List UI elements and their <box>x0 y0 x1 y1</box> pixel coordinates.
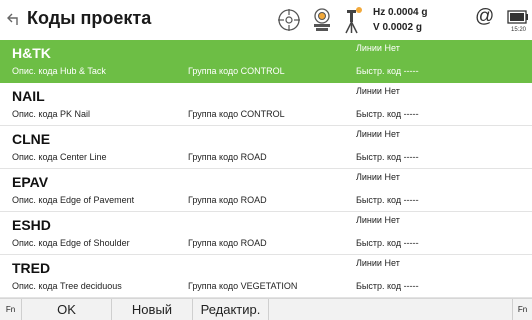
list-item[interactable]: CLNE Линии Нет Опис. кода Center Line Гр… <box>0 126 532 169</box>
list-item[interactable]: EPAV Линии Нет Опис. кода Edge of Paveme… <box>0 169 532 212</box>
code-name: H&TK <box>12 45 51 61</box>
at-icon[interactable]: @ <box>475 6 494 28</box>
desc-field: Опис. кода Hub & Tack <box>12 66 106 76</box>
list-item[interactable]: NAIL Линии Нет Опис. кода PK Nail Группа… <box>0 83 532 126</box>
desc-field: Опис. кода PK Nail <box>12 109 91 119</box>
back-arrow-icon[interactable] <box>6 11 22 27</box>
clock: 15:20 <box>511 27 527 33</box>
quick-code-field: Быстр. код ----- <box>356 195 419 205</box>
code-name: TRED <box>12 260 51 276</box>
quick-code-field: Быстр. код ----- <box>356 109 419 119</box>
softkey-bar: Fn OK Новый Редактир. Fn <box>0 298 532 320</box>
quick-code-field: Быстр. код ----- <box>356 152 419 162</box>
group-field: Группа кодо ROAD <box>188 238 267 248</box>
instrument-icon[interactable] <box>310 7 334 33</box>
hz-readout: Hz 0.0004 g <box>373 7 428 18</box>
v-readout: V 0.0002 g <box>373 22 422 33</box>
quick-code-field: Быстр. код ----- <box>356 66 419 76</box>
code-name: CLNE <box>12 131 51 147</box>
desc-field: Опис. кода Edge of Shoulder <box>12 238 130 248</box>
list-item[interactable]: H&TK Линии Нет Опис. кода Hub & Tack Гру… <box>0 40 532 83</box>
new-button[interactable]: Новый <box>112 299 193 320</box>
fn-left-button[interactable]: Fn <box>0 299 22 320</box>
code-name: EPAV <box>12 174 49 190</box>
group-field: Группа кодо CONTROL <box>188 109 285 119</box>
lines-field: Линии Нет <box>356 258 400 268</box>
list-item[interactable]: ESHD Линии Нет Опис. кода Edge of Should… <box>0 212 532 255</box>
group-field: Группа кодо ROAD <box>188 152 267 162</box>
lines-field: Линии Нет <box>356 215 400 225</box>
ok-button[interactable]: OK <box>22 299 112 320</box>
lines-field: Линии Нет <box>356 172 400 182</box>
list-item[interactable]: TRED Линии Нет Опис. кода Tree deciduous… <box>0 255 532 298</box>
lines-field: Линии Нет <box>356 129 400 139</box>
target-icon[interactable] <box>276 7 302 33</box>
antenna-icon[interactable] <box>343 6 363 34</box>
group-field: Группа кодо VEGETATION <box>188 281 298 291</box>
desc-field: Опис. кода Edge of Pavement <box>12 195 135 205</box>
fn-right-button[interactable]: Fn <box>512 299 532 320</box>
quick-code-field: Быстр. код ----- <box>356 238 419 248</box>
page-title: Коды проекта <box>27 8 152 28</box>
group-field: Группа кодо ROAD <box>188 195 267 205</box>
desc-field: Опис. кода Tree deciduous <box>12 281 122 291</box>
group-field: Группа кодо CONTROL <box>188 66 285 76</box>
desc-field: Опис. кода Center Line <box>12 152 107 162</box>
code-name: NAIL <box>12 88 45 104</box>
edit-button[interactable]: Редактир. <box>193 299 269 320</box>
codes-list: H&TK Линии Нет Опис. кода Hub & Tack Гру… <box>0 40 532 298</box>
lines-field: Линии Нет <box>356 86 400 96</box>
code-name: ESHD <box>12 217 51 233</box>
lines-field: Линии Нет <box>356 43 400 53</box>
title-bar: Коды проекта Hz 0.0004 g V 0.0002 g @ 15… <box>0 0 532 40</box>
quick-code-field: Быстр. код ----- <box>356 281 419 291</box>
